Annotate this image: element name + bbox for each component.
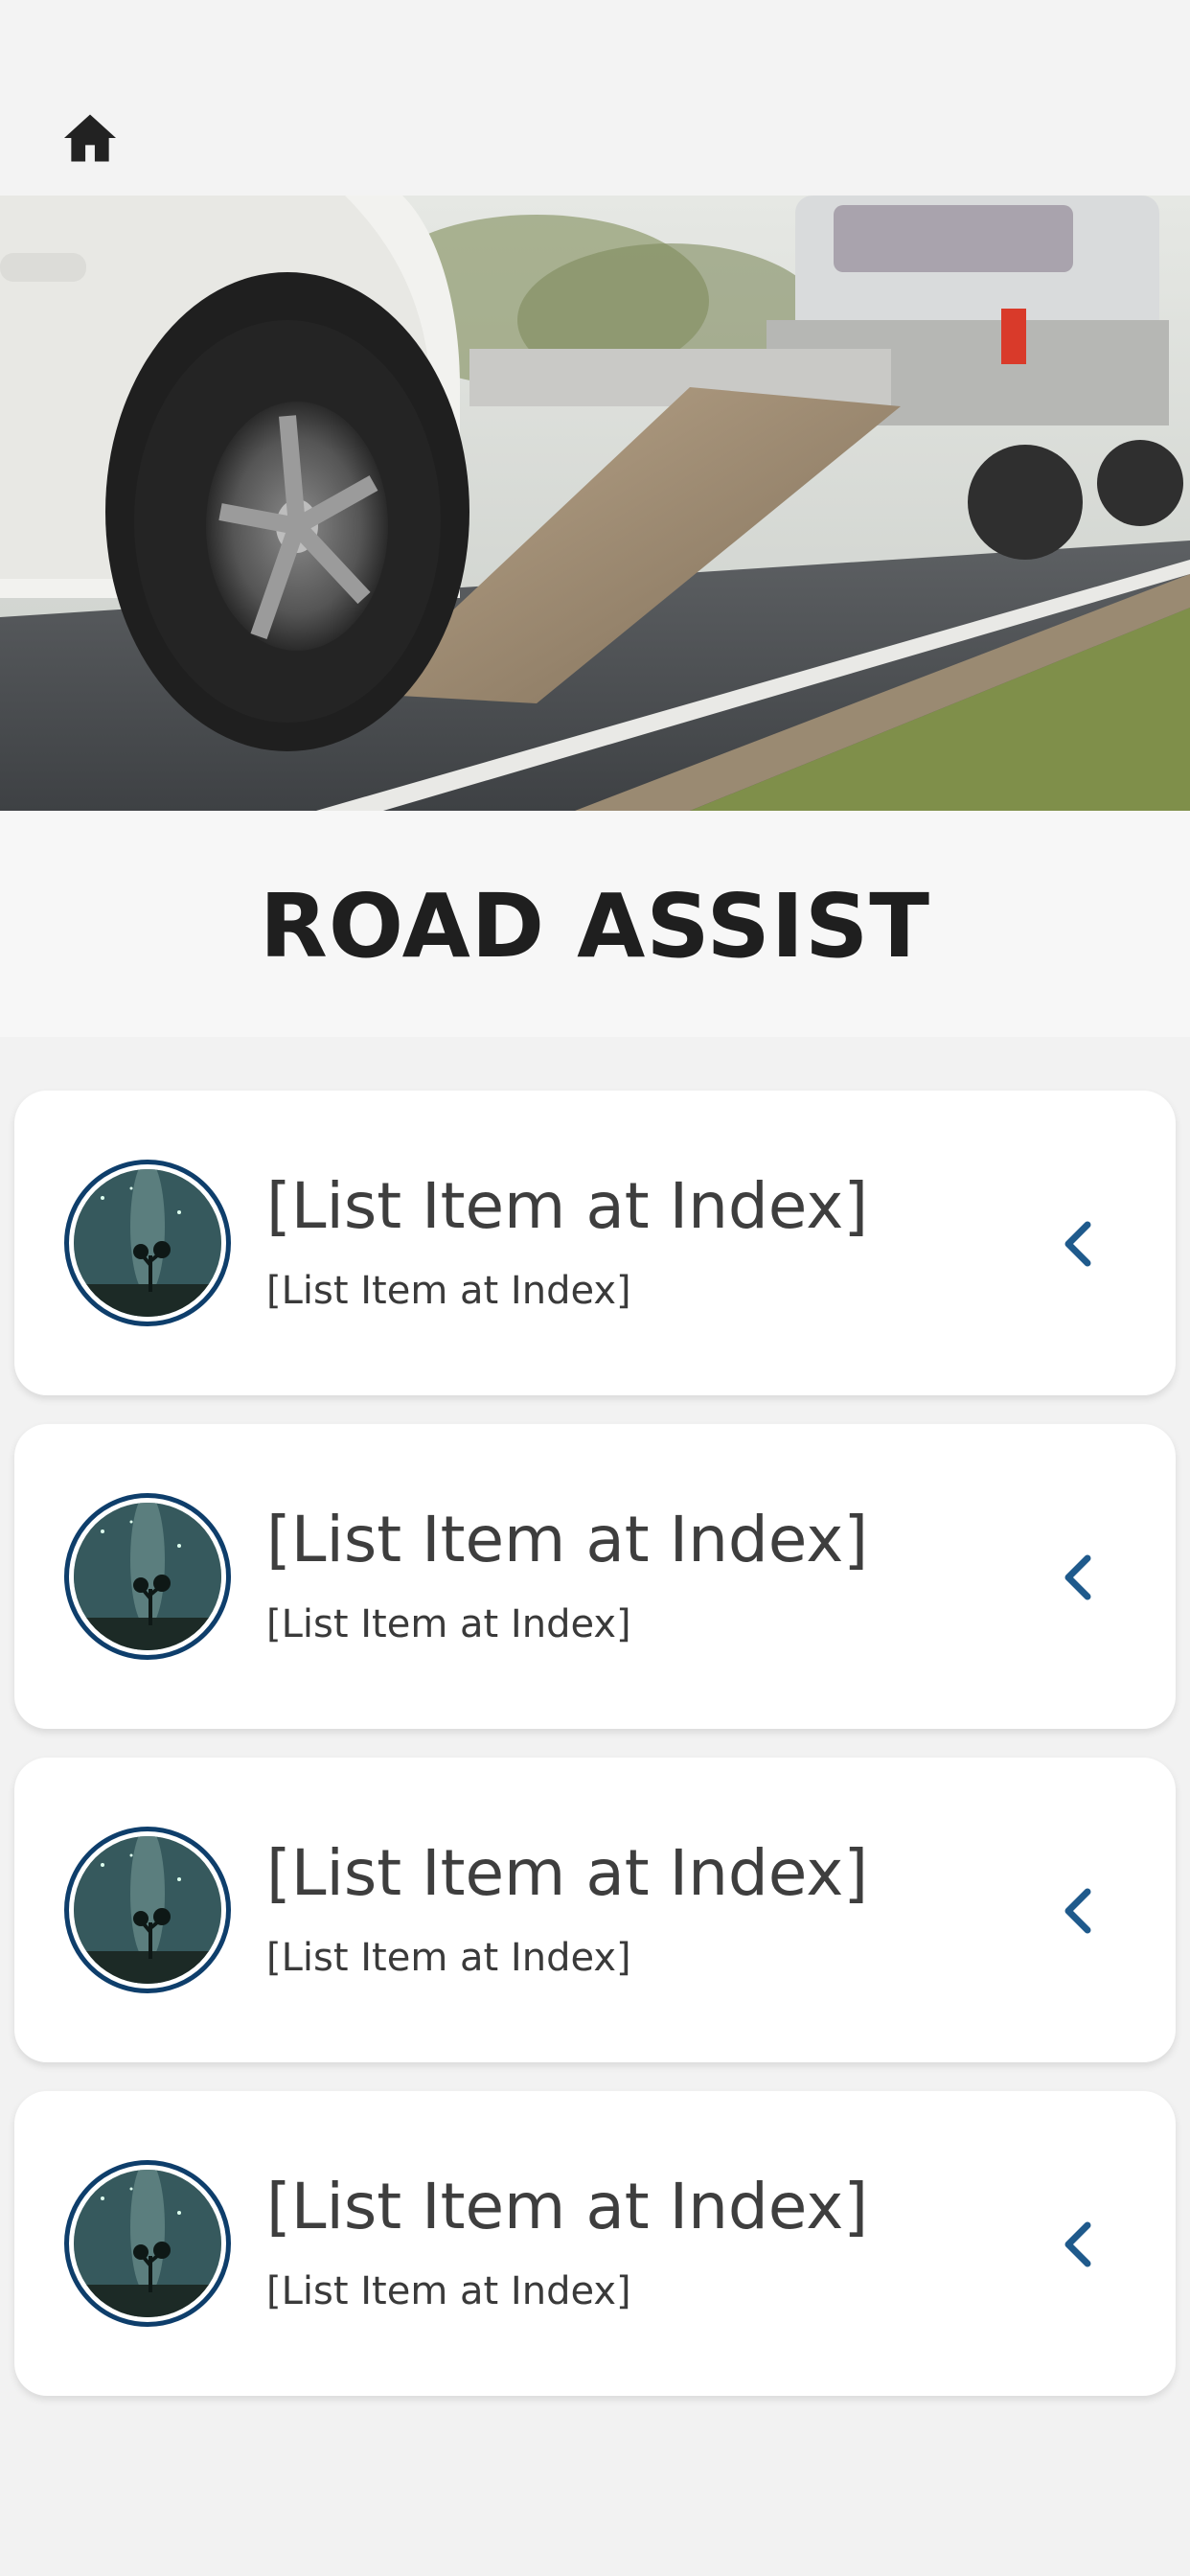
home-icon <box>64 114 116 162</box>
chevron-left-icon[interactable] <box>1059 1552 1097 1602</box>
title-band: ROAD ASSIST <box>0 811 1190 1037</box>
list-item-subtitle: [List Item at Index] <box>266 1936 631 1980</box>
tow-truck-photo <box>0 196 1190 811</box>
chevron-left-icon[interactable] <box>1059 1219 1097 1269</box>
list-item-subtitle: [List Item at Index] <box>266 2269 631 2313</box>
avatar <box>64 1160 231 1326</box>
hero-image <box>0 196 1190 811</box>
chevron-left-icon[interactable] <box>1059 1886 1097 1936</box>
night-sky-tree-avatar <box>74 1503 221 1650</box>
list-item[interactable]: [List Item at Index] [List Item at Index… <box>14 1091 1176 1395</box>
list-item-title: [List Item at Index] <box>266 1836 869 1910</box>
night-sky-tree-avatar <box>74 1836 221 1984</box>
list-item-title: [List Item at Index] <box>266 2170 869 2243</box>
night-sky-tree-avatar <box>74 2170 221 2317</box>
avatar <box>64 2160 231 2327</box>
list-item-title: [List Item at Index] <box>266 1503 869 1576</box>
list-item-title: [List Item at Index] <box>266 1169 869 1243</box>
list-item-subtitle: [List Item at Index] <box>266 1269 631 1313</box>
chevron-left-icon[interactable] <box>1059 2220 1097 2269</box>
avatar <box>64 1493 231 1660</box>
service-list: [List Item at Index] [List Item at Index… <box>14 1091 1176 2425</box>
list-item[interactable]: [List Item at Index] [List Item at Index… <box>14 1424 1176 1729</box>
home-button[interactable] <box>57 107 123 169</box>
avatar <box>64 1827 231 1993</box>
list-item-subtitle: [List Item at Index] <box>266 1602 631 1646</box>
list-item[interactable]: [List Item at Index] [List Item at Index… <box>14 1758 1176 2062</box>
night-sky-tree-avatar <box>74 1169 221 1317</box>
page-title: ROAD ASSIST <box>259 874 930 978</box>
top-bar <box>0 0 1190 196</box>
list-item[interactable]: [List Item at Index] [List Item at Index… <box>14 2091 1176 2396</box>
